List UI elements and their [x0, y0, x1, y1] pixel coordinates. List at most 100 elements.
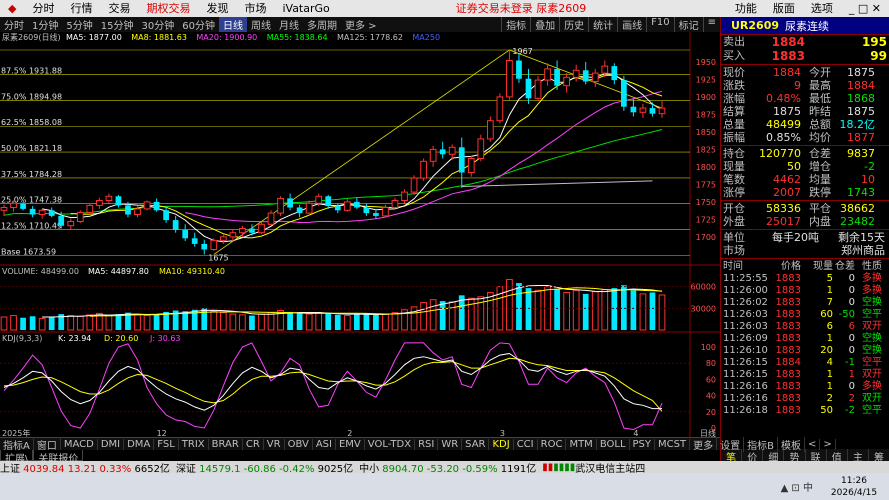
volume-bar-up — [534, 289, 542, 331]
indicator-fsl[interactable]: FSL — [154, 439, 179, 450]
kdj-y-tick: 60 — [706, 375, 716, 384]
quote-tab[interactable]: 联 — [806, 449, 827, 464]
tool-mark[interactable]: 标记 — [673, 17, 703, 32]
quote-stat-value2: 1868 — [847, 92, 875, 105]
menu-item-discover[interactable]: 发现 — [198, 0, 236, 17]
indicator-right-button[interactable]: < — [805, 439, 821, 450]
indicator-brar[interactable]: BRAR — [209, 439, 243, 450]
period-multi[interactable]: 多周期 — [303, 17, 341, 32]
period-timeshare[interactable]: 分时 — [0, 17, 28, 32]
quote-tab[interactable]: 值 — [827, 449, 848, 464]
position-stat-row: 现量 50 增仓 -2 — [721, 160, 889, 173]
contract-code: UR2609 — [731, 19, 780, 32]
period-30min[interactable]: 30分钟 — [137, 17, 178, 32]
indicator-roc[interactable]: ROC — [538, 439, 567, 450]
quote-tab[interactable]: 主 — [848, 449, 869, 464]
indicator-right-button[interactable]: 模板 — [778, 437, 805, 452]
position-stat-label2: 跌停 — [809, 186, 831, 199]
menu-options[interactable]: 选项 — [803, 0, 841, 17]
menu-item-ivatargo[interactable]: iVatarGo — [274, 0, 337, 17]
bid-row[interactable]: 买入 1883 99 — [721, 49, 889, 63]
window-controls-icon[interactable]: _ □ ✕ — [841, 0, 889, 17]
login-notice[interactable]: 证券交易未登录 尿素2609 — [448, 0, 595, 17]
tray-icons[interactable]: ▲ ⊡ 中 — [775, 479, 819, 494]
tool-stats[interactable]: 统计 — [588, 17, 617, 32]
indicator-wr[interactable]: WR — [438, 439, 463, 450]
tick-oi-change: -50 — [838, 309, 855, 320]
kline-chart[interactable]: 尿素2609(日线) MA5: 1877.00 MA8: 1881.63 MA20: … — [0, 32, 720, 437]
period-1min[interactable]: 1分钟 — [28, 17, 62, 32]
volume-bar-up — [639, 293, 647, 331]
quote-stat-row: 总量 48499 总额 18.2亿 — [721, 118, 889, 131]
indicator-rsi[interactable]: RSI — [415, 439, 439, 450]
fib-label: 25.0% 1747.38 — [1, 196, 62, 205]
candle-body-up — [0, 207, 8, 211]
menu-item-options[interactable]: 期权交易 — [138, 0, 198, 17]
kdj-legend: D: 20.60 — [104, 334, 138, 343]
quote-tab[interactable]: 筹 — [869, 449, 889, 464]
indicator-emv[interactable]: EMV — [336, 439, 365, 450]
indicator-right-button[interactable]: > — [820, 439, 836, 450]
tick-oi-change: -1 — [845, 357, 855, 368]
quote-stat-label: 涨幅 — [723, 92, 745, 105]
menu-item-timeshare[interactable]: 分时 — [24, 0, 62, 17]
clock[interactable]: 11:26 2026/4/15 — [819, 475, 889, 499]
candle-body-up — [315, 195, 323, 204]
indicator-设置[interactable]: 设置 — [717, 437, 745, 452]
indicator-dma[interactable]: DMA — [124, 439, 155, 450]
candle-body-up — [210, 239, 218, 250]
period-15min[interactable]: 15分钟 — [97, 17, 138, 32]
volume-legend: MA5: 44897.80 — [88, 267, 149, 276]
x-axis-label: 12 — [157, 429, 167, 437]
period-weekly[interactable]: 周线 — [247, 17, 275, 32]
indicator-vr[interactable]: VR — [264, 439, 285, 450]
indicator-sar[interactable]: SAR — [462, 439, 490, 450]
volume-bar-up — [420, 302, 427, 331]
tick-oi-change: 0 — [848, 285, 855, 296]
menu-function[interactable]: 功能 — [727, 0, 765, 17]
tool-f10[interactable]: F10 — [646, 17, 673, 32]
tick-list[interactable]: 时间 价格 现量 仓差 性质 11:25:55 1883 5 0 多换 11:26:00 1… — [721, 260, 889, 417]
price-y-tick: 1775 — [696, 180, 716, 189]
indicator-trix[interactable]: TRIX — [179, 439, 209, 450]
tool-indicator[interactable]: 指标 — [501, 17, 530, 32]
menu-item-quotes[interactable]: 行情 — [62, 0, 100, 17]
tool-overlay[interactable]: 叠加 — [530, 17, 559, 32]
tool-history[interactable]: 历史 — [559, 17, 588, 32]
period-60min[interactable]: 60分钟 — [178, 17, 219, 32]
period-5min[interactable]: 5分钟 — [62, 17, 96, 32]
menu-item-trade[interactable]: 交易 — [100, 0, 138, 17]
tick-row: 11:26:03 1883 60 -50 空平 — [721, 309, 889, 321]
menu-item-market[interactable]: 市场 — [236, 0, 274, 17]
indicator-vol-tdx[interactable]: VOL-TDX — [365, 439, 416, 450]
period-more[interactable]: 更多 > — [341, 17, 381, 32]
tick-oi-change: 0 — [848, 297, 855, 308]
indicator-cr[interactable]: CR — [243, 439, 264, 450]
volume-bar-up — [601, 289, 609, 331]
indicator-psy[interactable]: PSY — [630, 439, 656, 450]
period-monthly[interactable]: 月线 — [275, 17, 303, 32]
price-y-tick: 1875 — [696, 110, 716, 119]
menu-icon[interactable]: ≡ — [702, 17, 720, 32]
quote-stats-2: 持仓 120770 仓差 9837 现量 50 增仓 -2 笔数 4462 均量 10 涨停 2007 跌停… — [721, 147, 889, 199]
indicator-cci[interactable]: CCI — [514, 439, 538, 450]
indicator-macd[interactable]: MACD — [61, 439, 98, 450]
indicator-right-button[interactable]: 指标B — [744, 437, 778, 452]
menu-right: 功能 版面 选项 _ □ ✕ — [727, 0, 889, 17]
indicator-asi[interactable]: ASI — [313, 439, 336, 450]
volume-bar-up — [143, 315, 151, 331]
indicator-kdj[interactable]: KDJ — [489, 439, 514, 450]
indicator-mcst[interactable]: MCST — [655, 439, 691, 450]
tool-draw[interactable]: 画线 — [617, 17, 646, 32]
volume-bar-up — [219, 312, 227, 331]
indicator-mtm[interactable]: MTM — [566, 439, 597, 450]
ask-row[interactable]: 卖出 1884 195 — [721, 35, 889, 49]
kdj-legend: KDJ(9,3,3) — [2, 334, 42, 343]
period-daily[interactable]: 日线 — [218, 17, 247, 32]
position-stat-label: 现量 — [723, 160, 745, 173]
indicator-boll[interactable]: BOLL — [597, 439, 630, 450]
app-logo-icon[interactable]: ◆ — [0, 0, 24, 17]
indicator-dmi[interactable]: DMI — [98, 439, 125, 450]
indicator-obv[interactable]: OBV — [285, 439, 313, 450]
menu-layout[interactable]: 版面 — [765, 0, 803, 17]
